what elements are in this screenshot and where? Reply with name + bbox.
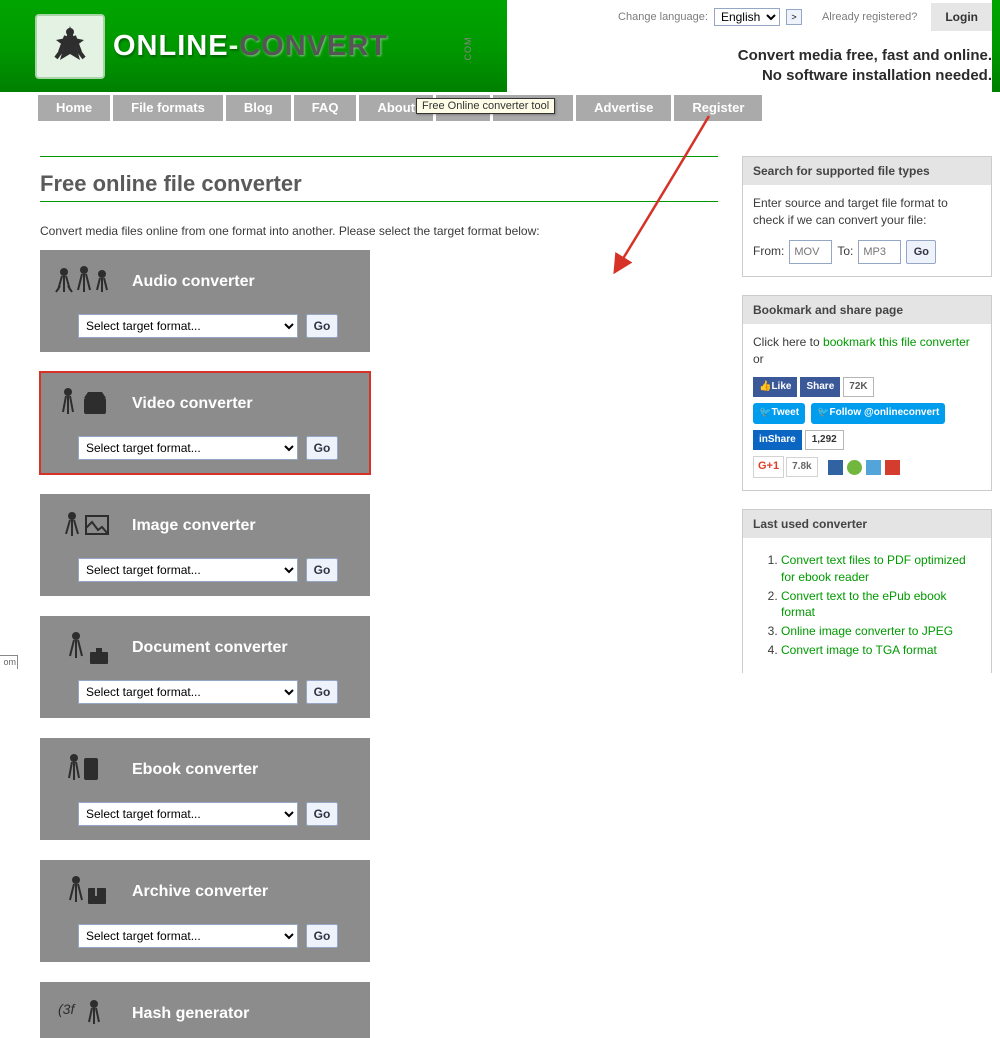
card-title: Archive converter xyxy=(132,883,268,901)
logo-text: ONLINE-CONVERT xyxy=(113,30,388,63)
video-go-button[interactable]: Go xyxy=(306,436,338,460)
document-icon xyxy=(54,628,114,668)
twitter-follow-button[interactable]: 🐦 Follow @onlineconvert xyxy=(811,403,945,424)
logo-dotcom: .COM xyxy=(463,37,473,65)
image-format-select[interactable]: Select target format... xyxy=(78,558,298,582)
document-go-button[interactable]: Go xyxy=(306,680,338,704)
ebook-format-select[interactable]: Select target format... xyxy=(78,802,298,826)
card-title: Image converter xyxy=(132,517,256,535)
audio-icon xyxy=(54,262,114,302)
change-language-label: Change language: xyxy=(618,11,708,23)
search-section: Search for supported file types Enter so… xyxy=(742,156,992,277)
last-used-title: Last used converter xyxy=(743,510,991,538)
hash-icon: (3f xyxy=(54,994,114,1034)
archive-icon xyxy=(54,872,114,912)
linkedin-count: 1,292 xyxy=(805,430,844,451)
search-desc: Enter source and target file format to c… xyxy=(753,195,981,230)
main-content: Free online file converter Convert media… xyxy=(40,156,718,1038)
logo-icon xyxy=(35,14,105,79)
nav-blog[interactable]: Blog xyxy=(226,95,291,121)
card-title: Audio converter xyxy=(132,273,255,291)
to-label: To: xyxy=(837,243,853,260)
last-used-link[interactable]: Online image converter to JPEG xyxy=(781,624,953,638)
tweet-button[interactable]: 🐦 Tweet xyxy=(753,403,805,424)
sidebar: Search for supported file types Enter so… xyxy=(742,156,992,1038)
bookmark-link[interactable]: bookmark this file converter xyxy=(823,335,970,349)
archive-go-button[interactable]: Go xyxy=(306,924,338,948)
google-plus-count: 7.8k xyxy=(786,457,817,478)
linkedin-share-button[interactable]: in Share xyxy=(753,430,802,451)
tooltip: Free Online converter tool xyxy=(416,98,555,114)
audio-format-select[interactable]: Select target format... xyxy=(78,314,298,338)
last-used-link[interactable]: Convert text files to PDF optimized for … xyxy=(781,553,966,584)
card-title: Ebook converter xyxy=(132,761,258,779)
search-go-button[interactable]: Go xyxy=(906,240,936,264)
page-title: Free online file converter xyxy=(40,171,718,197)
search-title: Search for supported file types xyxy=(743,157,991,185)
bookmark-title: Bookmark and share page xyxy=(743,296,991,324)
card-title: Video converter xyxy=(132,395,253,413)
msn-icon[interactable] xyxy=(866,460,881,475)
header-right: Change language: English > Already regis… xyxy=(507,0,992,92)
to-input[interactable] xyxy=(858,240,901,264)
bookmark-section: Bookmark and share page Click here to bo… xyxy=(742,295,992,491)
audio-converter-card: Audio converter Select target format... … xyxy=(40,250,370,352)
image-converter-card: Image converter Select target format... … xyxy=(40,494,370,596)
stumbleupon-icon[interactable] xyxy=(847,460,862,475)
archive-converter-card: Archive converter Select target format..… xyxy=(40,860,370,962)
archive-format-select[interactable]: Select target format... xyxy=(78,924,298,948)
already-registered-label: Already registered? xyxy=(822,11,917,23)
header: ONLINE-CONVERT .COM Change language: Eng… xyxy=(0,0,1000,92)
login-button[interactable]: Login xyxy=(931,3,992,31)
document-converter-card: Document converter Select target format.… xyxy=(40,616,370,718)
video-converter-card: Video converter Select target format... … xyxy=(40,372,370,474)
video-format-select[interactable]: Select target format... xyxy=(78,436,298,460)
divider xyxy=(40,156,718,157)
image-go-button[interactable]: Go xyxy=(306,558,338,582)
from-label: From: xyxy=(753,243,784,260)
browser-status-stub: om xyxy=(0,655,18,669)
facebook-like-button[interactable]: 👍 Like xyxy=(753,377,797,398)
nav-home[interactable]: Home xyxy=(38,95,110,121)
facebook-share-button[interactable]: Share xyxy=(800,377,840,398)
card-title: Document converter xyxy=(132,639,288,657)
nav-advertise[interactable]: Advertise xyxy=(576,95,671,121)
nav-faq[interactable]: FAQ xyxy=(294,95,357,121)
hash-generator-card: (3f Hash generator xyxy=(40,982,370,1038)
divider xyxy=(40,201,718,202)
ebook-icon xyxy=(54,750,114,790)
ebook-converter-card: Ebook converter Select target format... … xyxy=(40,738,370,840)
tagline: Convert media free, fast and online. No … xyxy=(517,46,992,87)
ebook-go-button[interactable]: Go xyxy=(306,802,338,826)
nav-register[interactable]: Register xyxy=(674,95,762,121)
delicious-icon[interactable] xyxy=(828,460,843,475)
video-icon xyxy=(54,384,114,424)
document-format-select[interactable]: Select target format... xyxy=(78,680,298,704)
google-plus-button[interactable]: G+1 xyxy=(753,456,784,478)
audio-go-button[interactable]: Go xyxy=(306,314,338,338)
share-icon[interactable] xyxy=(885,460,900,475)
logo[interactable]: ONLINE-CONVERT .COM xyxy=(0,0,388,92)
image-icon xyxy=(54,506,114,546)
intro-text: Convert media files online from one form… xyxy=(40,224,718,238)
language-go-button[interactable]: > xyxy=(786,9,802,25)
nav-file-formats[interactable]: File formats xyxy=(113,95,223,121)
last-used-section: Last used converter Convert text files t… xyxy=(742,509,992,673)
svg-text:(3f: (3f xyxy=(58,1001,76,1017)
facebook-count: 72K xyxy=(843,377,873,398)
from-input[interactable] xyxy=(789,240,832,264)
last-used-link[interactable]: Convert text to the ePub ebook format xyxy=(781,589,946,620)
card-title: Hash generator xyxy=(132,1005,249,1023)
last-used-link[interactable]: Convert image to TGA format xyxy=(781,643,937,657)
language-select[interactable]: English xyxy=(714,8,780,26)
